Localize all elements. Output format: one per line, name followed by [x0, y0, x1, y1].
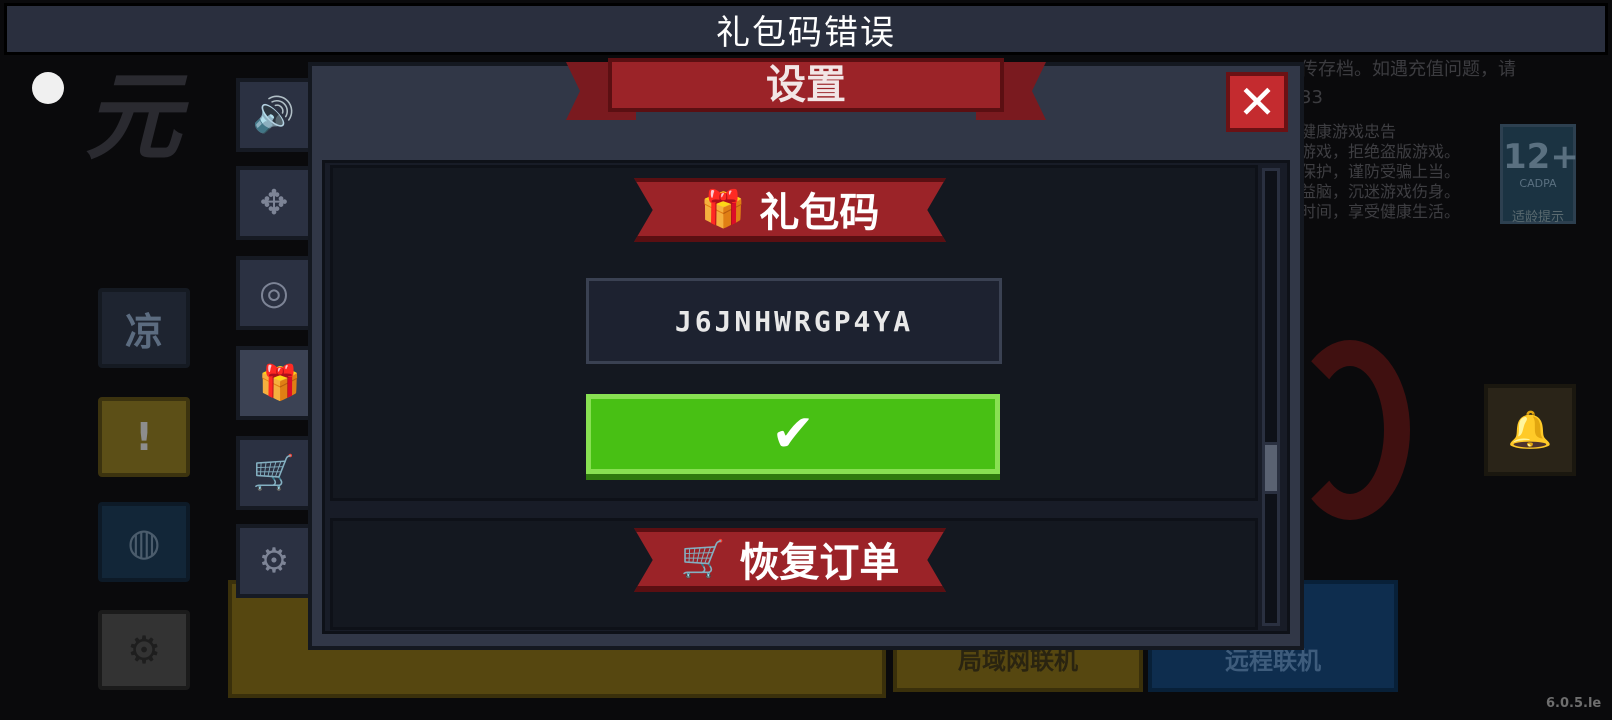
- error-title-bar: 礼包码错误: [4, 3, 1608, 55]
- scrollbar-thumb[interactable]: [1262, 442, 1280, 494]
- speaker-icon: 🔊: [252, 95, 296, 135]
- status-dot: [32, 72, 64, 104]
- globe-icon: ◎: [259, 273, 289, 313]
- notice-text: 传存档。如遇充值问题，请 33: [1300, 59, 1516, 108]
- gift-code-banner: 🎁 礼包码: [634, 178, 946, 242]
- tab-sound[interactable]: 🔊: [236, 78, 308, 152]
- gift-icon: 🎁: [700, 189, 746, 230]
- dpad-icon: ✥: [259, 183, 289, 223]
- cart-icon: 🛒: [680, 539, 726, 580]
- age-rating-label: 适龄提示: [1511, 210, 1564, 225]
- tab-other[interactable]: ⚙: [236, 524, 308, 598]
- confirm-button[interactable]: ✔: [586, 394, 1000, 474]
- close-icon: ✕: [1237, 75, 1277, 129]
- checkmark-icon: ✔: [771, 404, 815, 464]
- tab-language[interactable]: ◎: [236, 256, 308, 330]
- scrollbar-track[interactable]: [1262, 168, 1280, 626]
- settings-icon: ⚙: [258, 541, 290, 581]
- close-button[interactable]: ✕: [1226, 72, 1288, 132]
- tab-shop[interactable]: 🛒: [236, 436, 308, 510]
- gear-button[interactable]: ⚙: [98, 610, 190, 690]
- cart-icon: 🛒: [252, 453, 296, 493]
- restore-order-banner[interactable]: 🛒 恢复订单: [634, 528, 946, 592]
- gift-code-title: 礼包码: [759, 190, 880, 236]
- alert-button[interactable]: !: [98, 397, 190, 477]
- emblem-button[interactable]: ◍: [98, 502, 190, 582]
- dialog-header: 设置: [608, 58, 1004, 112]
- cool-button[interactable]: 凉: [98, 288, 190, 368]
- version-label: 6.0.5.le: [1546, 696, 1602, 711]
- background-decoration: [1290, 340, 1410, 520]
- gift-code-input[interactable]: J6JNHWRGP4YA: [586, 278, 1002, 364]
- bell-icon[interactable]: 🔔: [1484, 384, 1576, 476]
- gift-icon: 🎁: [258, 363, 302, 403]
- health-notice: 健康游戏忠告 游戏，拒绝盗版游戏。 保护，谨防受骗上当。 益脑，沉迷游戏伤身。 …: [1300, 122, 1461, 221]
- tab-controls[interactable]: ✥: [236, 166, 308, 240]
- restore-order-title: 恢复订单: [739, 540, 900, 586]
